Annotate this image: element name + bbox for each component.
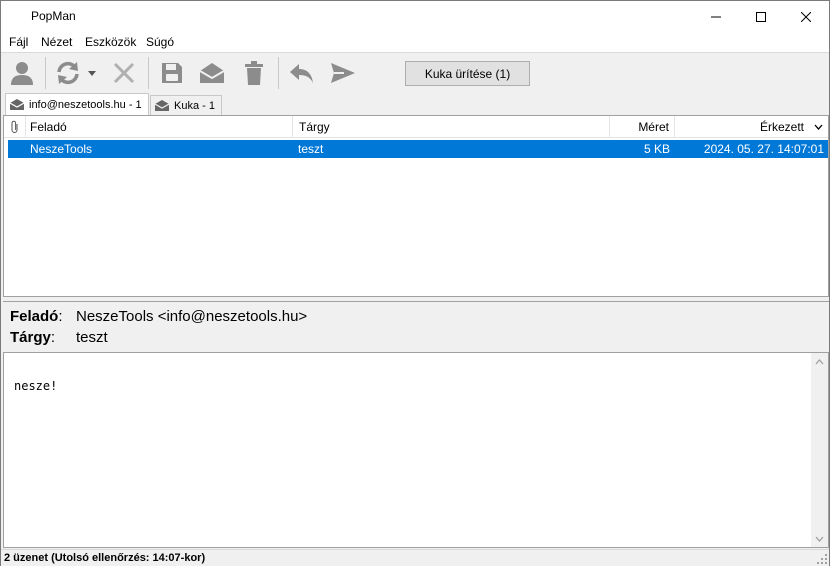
message-header: Feladó: NeszeTools <info@neszetools.hu> …	[3, 301, 829, 351]
status-text: 2 üzenet (Utolsó ellenőrzés: 14:07-kor)	[4, 552, 206, 564]
row-from: NeszeTools	[30, 142, 93, 156]
minimize-icon	[711, 16, 721, 17]
column-received-label: Érkezett	[759, 120, 804, 134]
tab-label: Kuka - 1	[174, 99, 215, 112]
dropdown-arrow-icon[interactable]	[85, 58, 99, 88]
title-bar: PopMan	[1, 1, 829, 32]
subject-value: teszt	[76, 329, 108, 346]
resize-grip-icon[interactable]	[817, 554, 827, 564]
tab-inbox[interactable]: info@neszetools.hu - 1	[5, 93, 149, 115]
user-icon[interactable]	[7, 58, 37, 88]
sort-chevron-down-icon	[814, 124, 823, 130]
row-received: 2024. 05. 27. 14:07:01	[703, 142, 824, 156]
column-attachment[interactable]	[4, 116, 26, 138]
status-bar: 2 üzenet (Utolsó ellenőrzés: 14:07-kor)	[1, 549, 829, 566]
window-title: PopMan	[31, 9, 76, 23]
menu-help[interactable]: Súgó	[146, 35, 174, 49]
app-window: PopMan Fájl Nézet Eszközök Súgó Kuka ürí…	[0, 0, 830, 566]
toolbar-separator	[148, 57, 149, 89]
scroll-up-button[interactable]	[811, 353, 828, 370]
send-icon[interactable]	[328, 58, 358, 88]
chevron-up-icon	[815, 358, 824, 364]
minimize-button[interactable]	[693, 1, 739, 32]
reply-icon[interactable]	[286, 58, 316, 88]
toolbar-separator	[45, 57, 46, 89]
subject-label: Tárgy:	[10, 329, 56, 346]
tab-label: info@neszetools.hu - 1	[29, 98, 142, 111]
message-body-text: nesze!	[14, 379, 58, 393]
column-from[interactable]: Feladó	[26, 116, 293, 138]
account-tabs: info@neszetools.hu - 1 Kuka - 1	[1, 93, 829, 115]
empty-trash-button[interactable]: Kuka ürítése (1)	[405, 61, 530, 86]
column-received[interactable]: Érkezett	[675, 116, 828, 138]
column-size[interactable]: Méret	[610, 116, 675, 138]
vertical-scrollbar[interactable]	[811, 353, 828, 547]
maximize-button[interactable]	[738, 1, 784, 32]
mail-icon	[155, 100, 169, 111]
scroll-down-button[interactable]	[811, 530, 828, 547]
row-size: 5 KB	[643, 142, 670, 156]
message-list[interactable]: Feladó Tárgy Méret Érkezett NeszeTools t…	[3, 115, 829, 297]
from-value: NeszeTools <info@neszetools.hu>	[76, 308, 308, 325]
open-envelope-icon[interactable]	[197, 58, 227, 88]
chevron-down-icon	[815, 536, 824, 542]
toolbar: Kuka ürítése (1)	[1, 52, 829, 93]
menu-tools[interactable]: Eszközök	[85, 35, 136, 49]
row-subject: teszt	[298, 142, 324, 156]
cancel-icon[interactable]	[109, 58, 139, 88]
from-label: Feladó:	[10, 308, 63, 325]
close-button[interactable]	[783, 1, 829, 32]
paperclip-icon	[11, 120, 17, 133]
menu-bar: Fájl Nézet Eszközök Súgó	[1, 32, 829, 52]
maximize-icon	[756, 11, 766, 22]
column-subject[interactable]: Tárgy	[293, 116, 610, 138]
save-icon[interactable]	[157, 58, 187, 88]
table-row[interactable]: NeszeTools teszt 5 KB 2024. 05. 27. 14:0…	[8, 140, 828, 158]
tab-trash[interactable]: Kuka - 1	[150, 95, 222, 115]
message-body[interactable]: nesze!	[3, 352, 829, 548]
menu-file[interactable]: Fájl	[9, 35, 28, 49]
toolbar-separator	[278, 57, 279, 89]
trash-icon[interactable]	[239, 58, 269, 88]
list-header: Feladó Tárgy Méret Érkezett	[4, 116, 828, 138]
close-icon	[801, 11, 811, 22]
menu-view[interactable]: Nézet	[41, 35, 72, 49]
refresh-icon[interactable]	[53, 58, 83, 88]
app-icon	[12, 9, 24, 21]
mail-icon	[10, 99, 24, 110]
